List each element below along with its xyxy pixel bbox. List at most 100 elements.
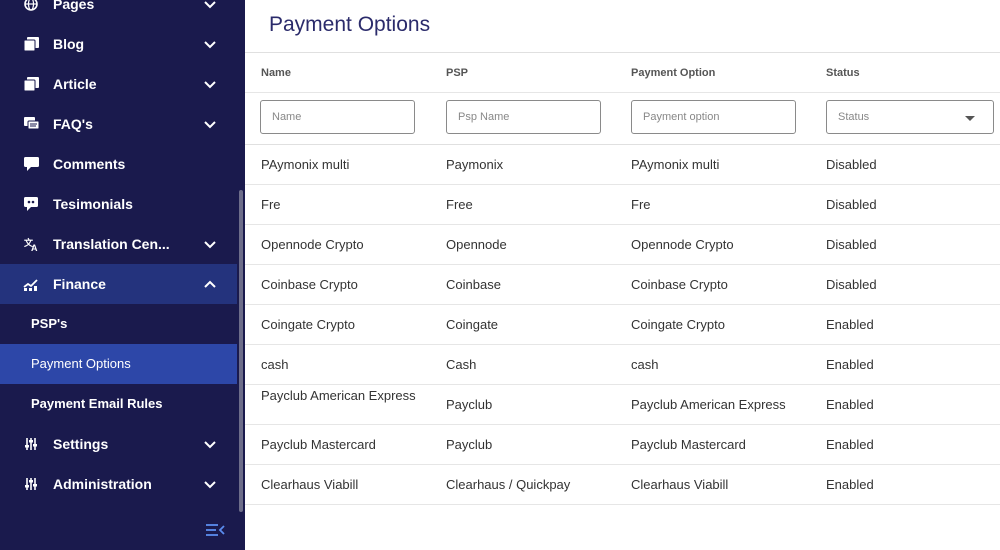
table-row[interactable]: Payclub Mastercard Payclub Payclub Masterc… [245,425,1000,465]
finance-icon [23,276,39,292]
cell-payment-option: Coingate Crypto [631,317,725,332]
sidebar-item-finance[interactable]: Finance [0,264,237,304]
cell-name: Fre [261,197,281,212]
cell-status: Enabled [826,397,874,412]
faq-icon [23,116,39,132]
table-row[interactable]: Clearhaus Viabill Clearhaus / Quickpay Cle… [245,465,1000,505]
column-header-status[interactable]: Status [826,67,860,79]
table-row[interactable]: Coingate Crypto Coingate Coingate Crypto En… [245,305,1000,345]
cell-status: Disabled [826,197,877,212]
sidebar-item-administration[interactable]: Administration [0,464,237,504]
caret-down-icon [965,116,975,121]
cell-psp: Clearhaus / Quickpay [446,477,571,492]
sidebar: Pages Blog Article FAQ's Comments Tesimo… [0,0,245,550]
cell-psp: Paymonix [446,157,504,172]
table-row[interactable]: Coinbase Crypto Coinbase Coinbase Crypto Di… [245,265,1000,305]
sidebar-subitem-label: Payment Email Rules [31,396,163,411]
payment-option-filter-input[interactable] [631,100,796,134]
cell-payment-option: Coinbase Crypto [631,277,728,292]
cell-status: Enabled [826,317,874,332]
svg-text:A: A [31,243,38,251]
cell-name: Coingate Crypto [261,317,355,332]
sidebar-item-translation[interactable]: 文A Translation Cen... [0,224,237,264]
sidebar-subitem-payment-email-rules[interactable]: Payment Email Rules [0,384,237,424]
cell-psp: Opennode [446,237,507,252]
chevron-down-icon [202,476,218,492]
sidebar-item-settings[interactable]: Settings [0,424,237,464]
settings-icon [23,436,39,452]
sidebar-item-comments[interactable]: Comments [0,144,237,184]
cell-payment-option: cash [631,357,659,372]
sidebar-item-blog[interactable]: Blog [0,24,237,64]
cell-status: Disabled [826,237,877,252]
chevron-up-icon [202,276,218,292]
table-row[interactable]: Opennode Crypto Opennode Opennode Crypto Di… [245,225,1000,265]
collapse-sidebar-icon[interactable] [205,522,225,538]
sidebar-item-label: FAQ's [53,116,93,132]
sidebar-item-label: Blog [53,36,85,52]
translate-icon: 文A [23,236,39,252]
chevron-down-icon [202,76,218,92]
blog-icon [23,36,39,52]
cell-payment-option: Fre [631,197,651,212]
psp-filter-input[interactable] [446,100,601,134]
column-header-payment-option[interactable]: Payment Option [631,67,715,79]
sidebar-item-faqs[interactable]: FAQ's [0,104,237,144]
chevron-down-icon [202,0,218,12]
sidebar-item-pages[interactable]: Pages [0,0,237,24]
cell-status: Enabled [826,357,874,372]
cell-status: Enabled [826,437,874,452]
cell-psp: Payclub [446,437,493,452]
status-filter-value: Status [838,111,870,123]
sidebar-subitem-payment-options[interactable]: Payment Options [0,344,237,384]
sidebar-subitem-label: Payment Options [31,356,131,371]
divider [245,92,1000,93]
name-filter-input[interactable] [260,100,415,134]
cell-payment-option: Payclub Mastercard [631,437,746,452]
chevron-down-icon [202,436,218,452]
cell-psp: Coinbase [446,277,501,292]
cell-payment-option: Clearhaus Viabill [631,477,729,492]
main-content: Payment Options Name PSP Payment Option … [245,0,1000,550]
sidebar-item-testimonials[interactable]: Tesimonials [0,184,237,224]
sidebar-item-label: Tesimonials [53,196,133,212]
chevron-down-icon [202,36,218,52]
globe-icon [23,0,39,12]
sidebar-subitem-label: PSP's [31,316,68,331]
sidebar-item-article[interactable]: Article [0,64,237,104]
column-header-name[interactable]: Name [261,67,291,79]
column-header-psp[interactable]: PSP [446,67,468,79]
cell-status: Disabled [826,277,877,292]
cell-name: Clearhaus Viabill [261,477,359,492]
sidebar-item-label: Article [53,76,97,92]
cell-psp: Free [446,197,473,212]
cell-name: PAymonix multi [261,157,350,172]
divider [245,52,1000,53]
table-row[interactable]: Payclub American Express Payclub Payclub A… [245,385,1000,425]
article-icon [23,76,39,92]
sidebar-item-label: Administration [53,476,152,492]
cell-payment-option: Opennode Crypto [631,237,734,252]
cell-psp: Payclub [446,397,493,412]
sidebar-item-label: Translation Cen... [53,236,170,252]
cell-psp: Cash [446,357,477,372]
status-filter-select[interactable]: Status [826,100,994,134]
sidebar-item-label: Pages [53,0,95,12]
page-title: Payment Options [269,13,431,36]
chevron-down-icon [202,116,218,132]
sidebar-item-label: Comments [53,156,126,172]
administration-icon [23,476,39,492]
cell-payment-option: Payclub American Express [631,397,786,412]
table-row[interactable]: PAymonix multi Paymonix PAymonix multi Disa… [245,145,1000,185]
cell-psp: Coingate [446,317,499,332]
cell-name: Payclub Mastercard [261,437,376,452]
sidebar-subitem-psps[interactable]: PSP's [0,304,237,344]
table-row[interactable]: Fre Free Fre Disabled [245,185,1000,225]
cell-name: Opennode Crypto [261,237,364,252]
testimonials-icon [23,196,39,212]
sidebar-item-label: Finance [53,276,106,292]
comments-icon [23,156,39,172]
sidebar-scrollbar[interactable] [239,190,243,512]
cell-status: Enabled [826,477,874,492]
table-row[interactable]: cash Cash cash Enabled [245,345,1000,385]
